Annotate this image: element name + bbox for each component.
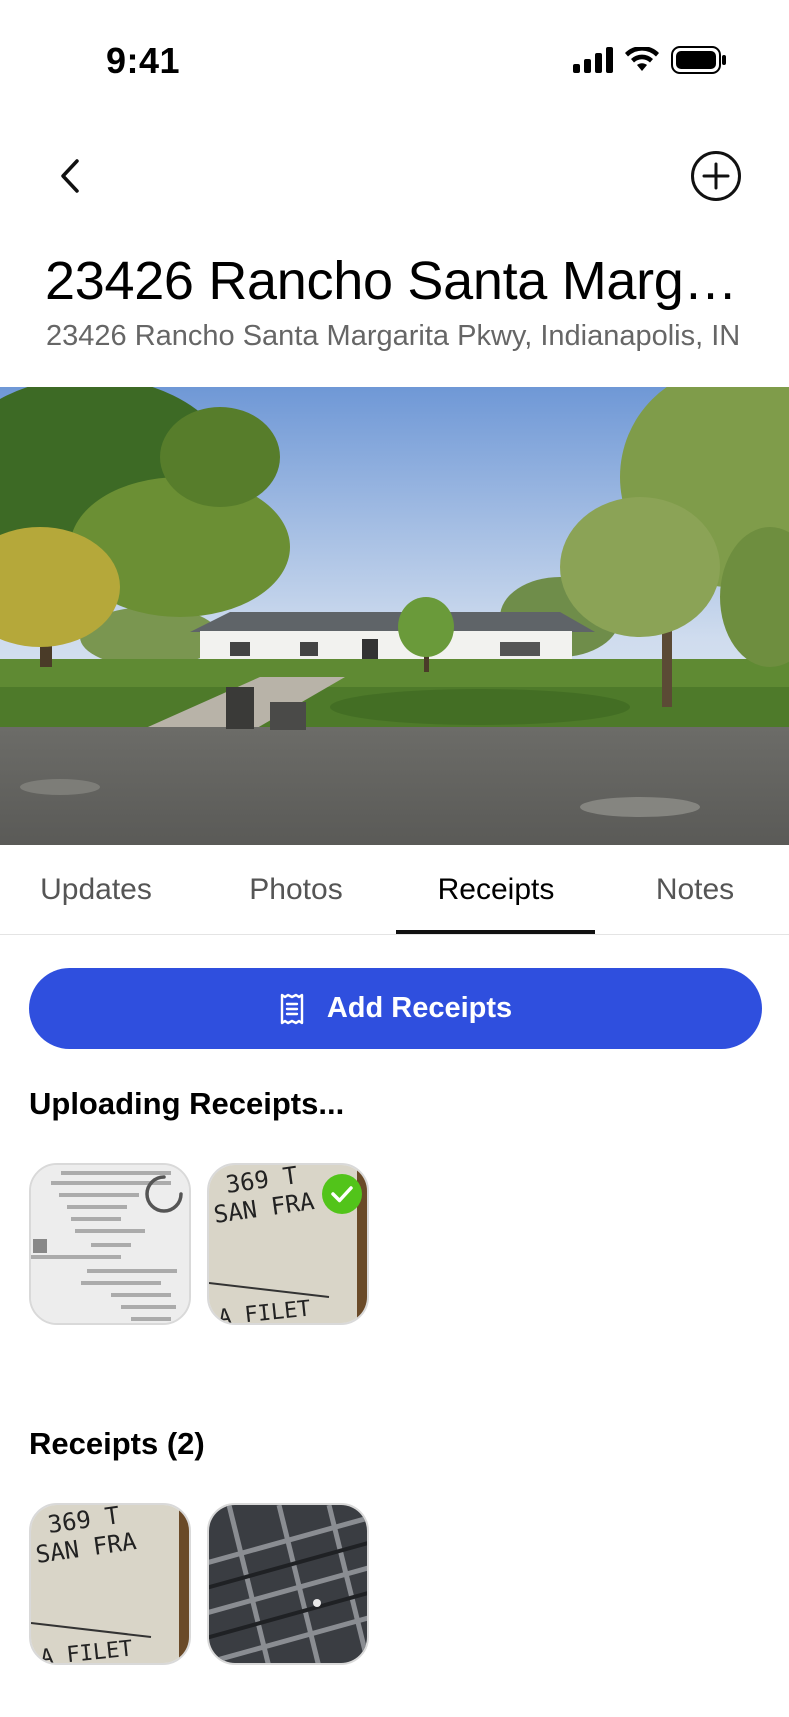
tab-notes[interactable]: Notes [595, 845, 789, 935]
chevron-left-icon [61, 159, 79, 193]
add-button[interactable] [690, 150, 742, 202]
receipts-section-title: Receipts (2) [29, 1426, 205, 1461]
status-icons [573, 45, 727, 79]
back-button[interactable] [48, 154, 92, 198]
cellular-signal-icon [573, 47, 613, 78]
uploading-receipt-thumbnail[interactable] [29, 1163, 191, 1325]
uploaded-receipt-thumbnail[interactable]: 369 T SAN FRA A FILET [207, 1163, 369, 1325]
receipt-icon [280, 993, 304, 1024]
check-circle-icon [322, 1174, 362, 1214]
receipt-thumbnail[interactable] [207, 1503, 369, 1665]
tab-updates[interactable]: Updates [0, 845, 196, 935]
property-address: 23426 Rancho Santa Margarita Pkwy, India… [46, 320, 741, 352]
add-receipts-button[interactable]: Add Receipts [29, 968, 762, 1049]
receipt-thumbnail[interactable]: 369 T SAN FRA A FILET [29, 1503, 191, 1665]
page-title: 23426 Rancho Santa Margarita Pkwy [45, 251, 755, 311]
navigation-bar [0, 140, 789, 210]
uploading-section-title: Uploading Receipts... [29, 1086, 345, 1121]
tab-receipts[interactable]: Receipts [396, 845, 596, 935]
property-photo [0, 387, 789, 845]
battery-icon [671, 46, 727, 79]
status-time: 9:41 [106, 40, 181, 81]
add-receipts-label: Add Receipts [326, 992, 513, 1024]
tab-bar: Updates Photos Receipts Notes [0, 845, 789, 935]
status-bar: 9:41 [0, 0, 789, 120]
plus-circle-icon [691, 151, 741, 201]
active-tab-indicator [396, 930, 595, 934]
wifi-icon [625, 45, 659, 78]
tab-photos[interactable]: Photos [196, 845, 396, 935]
spinner-icon [145, 1175, 183, 1213]
